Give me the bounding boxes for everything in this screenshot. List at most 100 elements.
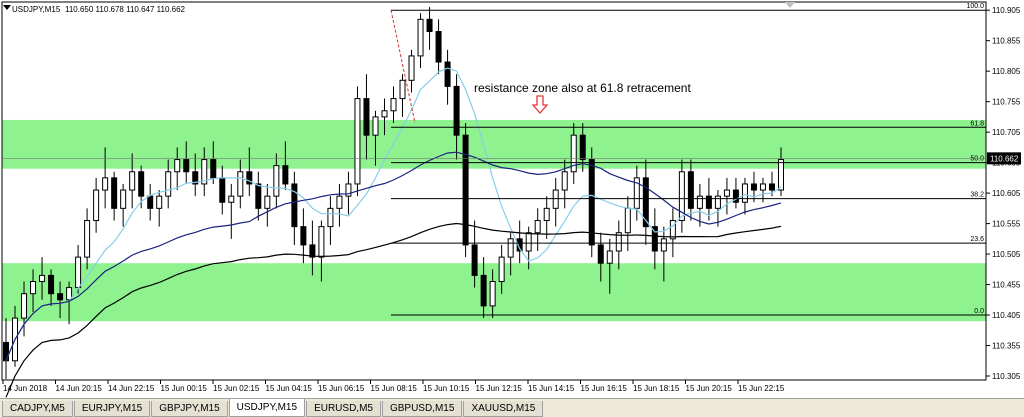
candle-body-bull [723,189,730,197]
chart-tab-xauusd-m15[interactable]: XAUUSD,M15 [463,401,544,417]
candle-body-bull [778,159,784,191]
candle-body-bull [21,293,28,319]
candle-body-bull [759,183,766,191]
candle-body-bull [714,195,721,209]
candle-body-bear [111,177,118,209]
time-axis-label: 15 Jun 14:15 [528,384,575,393]
time-axis-label: 14 Jun 22:15 [108,384,155,393]
price-axis-label: 110.805 [992,67,1021,76]
price-axis-label: 110.305 [992,372,1021,381]
price-axis-label: 110.455 [992,281,1021,290]
chart-menu-triangle-icon[interactable] [3,5,11,10]
candle-body-bull [489,281,496,307]
down-arrow-icon[interactable] [531,95,549,114]
candle-body-bull [543,207,550,222]
candle-body-bear [687,171,694,209]
price-axis-label: 110.705 [992,128,1021,137]
time-axis-label: 14 Jun 2018 [3,384,48,393]
candle-body-bull [381,110,388,118]
candle-body-bear [282,165,289,185]
time-axis-label: 15 Jun 22:15 [738,384,785,393]
price-axis-label: 110.355 [992,342,1021,351]
fib-level-label: 0.0 [974,308,984,315]
candle-body-bull [552,189,559,209]
chart-tab-cadjpy-m5[interactable]: CADJPY,M5 [2,401,73,417]
time-axis-label: 15 Jun 06:15 [318,384,365,393]
candle-body-bull [399,79,406,100]
candle-body-bear [579,134,586,161]
candle-body-bear [462,134,469,246]
candle-body-bear [597,244,604,264]
chart-tab-eurusd-m5[interactable]: EURUSD,M5 [306,401,381,417]
chart-tab-usdjpy-m15[interactable]: USDJPY,M15 [228,399,306,417]
fib-level-label: 38.2 [970,192,984,199]
candle-body-bull [525,232,532,252]
candle-body-bull [660,238,667,252]
time-axis-label: 15 Jun 10:15 [423,384,470,393]
price-chart[interactable]: 110.905 110.855 110.805 110.755 110.705 110.6… [0,0,1024,398]
time-axis-label: 15 Jun 12:15 [476,384,523,393]
time-axis-label: 15 Jun 08:15 [371,384,418,393]
candle-body-bear [57,293,64,301]
candle-body-bull [165,171,172,197]
candle-body-bear [147,195,154,209]
fib-level-label: 50.0 [970,156,984,163]
candle-body-bull [741,183,748,203]
candle-body-bear [300,226,307,246]
candle-body-bull [327,207,334,228]
candle-body-bear [642,177,649,228]
candle-body-bear [768,183,775,191]
candle-body-bear [48,274,55,295]
candle-body-bear [471,244,478,276]
chart-tab-gbpusd-m15[interactable]: GBPUSD,M15 [381,401,463,417]
chart-tab-gbpjpy-m15[interactable]: GBPJPY,M15 [151,401,228,417]
candle-body-bull [120,189,127,209]
candle-body-bear [219,177,226,203]
candle-body-bear [705,195,712,209]
price-axis-label: 110.905 [992,6,1021,15]
price-axis-label: 110.555 [992,220,1021,229]
time-axis-label: 15 Jun 04:15 [266,384,313,393]
candle-body-bear [138,171,145,197]
candle-body-bear [444,61,451,87]
time-axis-label: 14 Jun 20:15 [56,384,103,393]
candle-body-bull [39,274,46,283]
price-axis-label: 110.605 [992,189,1021,198]
chart-shift-marker-icon[interactable] [785,2,795,8]
candle-body-bear [255,183,262,209]
chart-window[interactable]: 110.905 110.855 110.805 110.755 110.705 110.6… [0,0,1024,398]
candle-body-bull [93,189,100,222]
price-axis-label: 110.405 [992,311,1021,320]
candle-body-bear [363,98,370,136]
candle-body-bear [750,183,757,191]
candle-body-bull [84,220,91,258]
candle-body-bull [264,195,271,209]
candle-body-bull [696,195,703,209]
fib-level-label: 61.8 [970,120,984,127]
time-axis-label: 15 Jun 20:15 [686,384,733,393]
candle-body-bull [408,55,415,81]
time-axis-label: 15 Jun 02:15 [213,384,260,393]
candle-body-bull [354,98,361,185]
candle-body-bull [336,195,343,209]
candle-body-bull [174,159,181,173]
candle-body-bull [102,177,109,191]
candle-body-bull [561,171,568,191]
candle-body-bear [183,159,190,173]
candle-body-bear [480,274,487,307]
candle-body-bull [237,171,244,197]
candle-body-bull [156,195,163,209]
fib-level-label: 23.6 [970,236,984,243]
candle-body-bull [498,256,505,283]
chart-tab-eurjpy-m15[interactable]: EURJPY,M15 [73,401,151,417]
price-axis-label: 110.755 [992,98,1021,107]
time-axis-label: 15 Jun 00:15 [161,384,208,393]
candle-body-bull [228,195,235,203]
resistance-annotation-text[interactable]: resistance zone also at 61.8 retracement [474,81,691,95]
candle-body-bear [309,244,316,258]
candle-body-bear [453,85,460,136]
chart-tab-bar: CADJPY,M5 EURJPY,M15 GBPJPY,M15 USDJPY,M15 E… [0,398,1024,417]
symbol-timeframe-label: USDJPY,M15 [12,5,61,14]
candle-body-bull [372,116,379,136]
candle-body-bull [129,171,136,191]
